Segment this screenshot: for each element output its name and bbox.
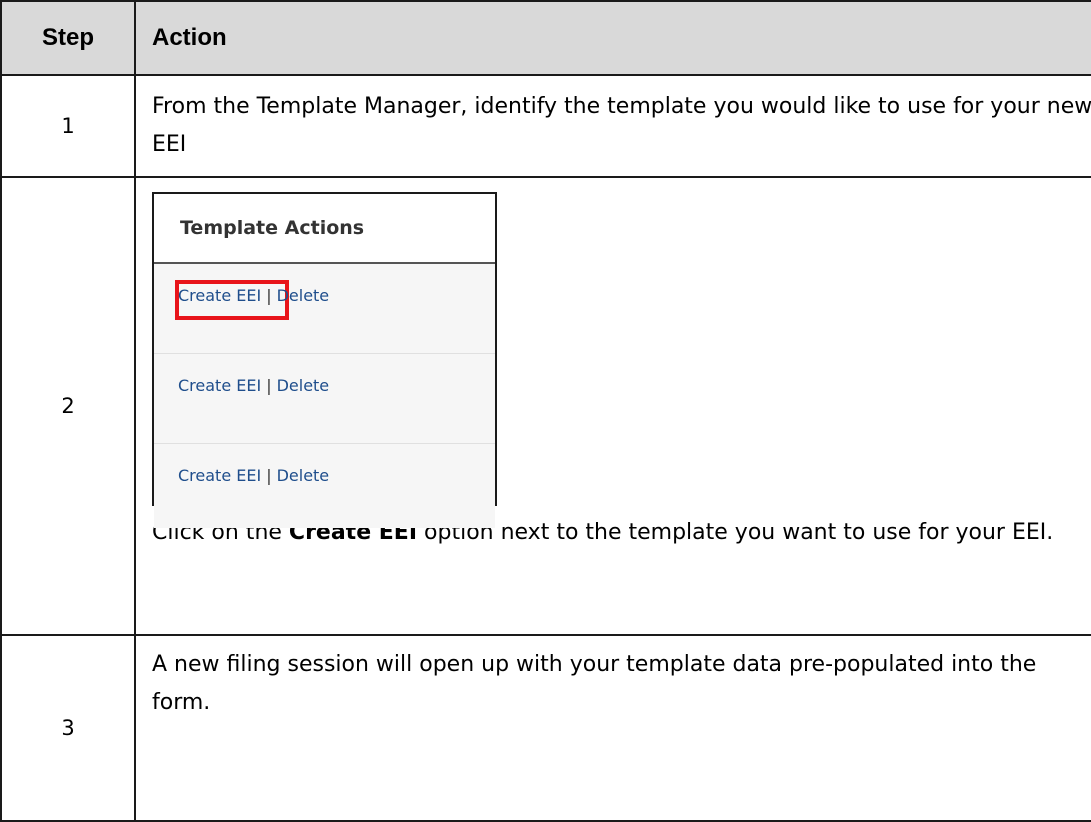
link-separator: | xyxy=(266,286,272,305)
table-row: 2 Template Actions Create EEI | Delete Cre… xyxy=(0,176,1091,636)
table-row: 1 From the Template Manager, identify th… xyxy=(0,74,1091,178)
action-cell: From the Template Manager, identify the … xyxy=(134,74,1091,178)
table-header-row: Step Action xyxy=(0,0,1091,76)
template-actions-heading: Template Actions xyxy=(154,194,495,264)
step-number: 1 xyxy=(0,74,136,178)
link-separator: | xyxy=(266,376,272,395)
create-eei-link[interactable]: Create EEI xyxy=(178,466,261,485)
template-action-row: Create EEI | Delete xyxy=(154,264,495,354)
create-eei-link[interactable]: Create EEI xyxy=(178,286,261,305)
instructions-table: Step Action 1 From the Template Manager,… xyxy=(0,0,1091,822)
step-number: 3 xyxy=(0,634,136,822)
action-text-after: option next to the template you want to … xyxy=(417,520,1054,545)
delete-link[interactable]: Delete xyxy=(277,286,330,305)
action-text: From the Template Manager, identify the … xyxy=(152,94,1091,157)
step-number: 2 xyxy=(0,176,136,636)
action-text: A new filing session will open up with y… xyxy=(152,652,1037,715)
template-action-row: Create EEI | Delete xyxy=(154,444,495,528)
step-column-header: Step xyxy=(0,0,136,76)
template-actions-screenshot: Template Actions Create EEI | Delete Creat… xyxy=(152,192,497,528)
delete-link[interactable]: Delete xyxy=(277,376,330,395)
template-action-row: Create EEI | Delete xyxy=(154,354,495,444)
action-cell: Template Actions Create EEI | Delete Creat… xyxy=(134,176,1091,636)
table-row: 3 A new filing session will open up with… xyxy=(0,634,1091,822)
action-cell: A new filing session will open up with y… xyxy=(134,634,1091,822)
action-column-header: Action xyxy=(134,0,1091,76)
delete-link[interactable]: Delete xyxy=(277,466,330,485)
create-eei-link[interactable]: Create EEI xyxy=(178,376,261,395)
link-separator: | xyxy=(266,466,272,485)
